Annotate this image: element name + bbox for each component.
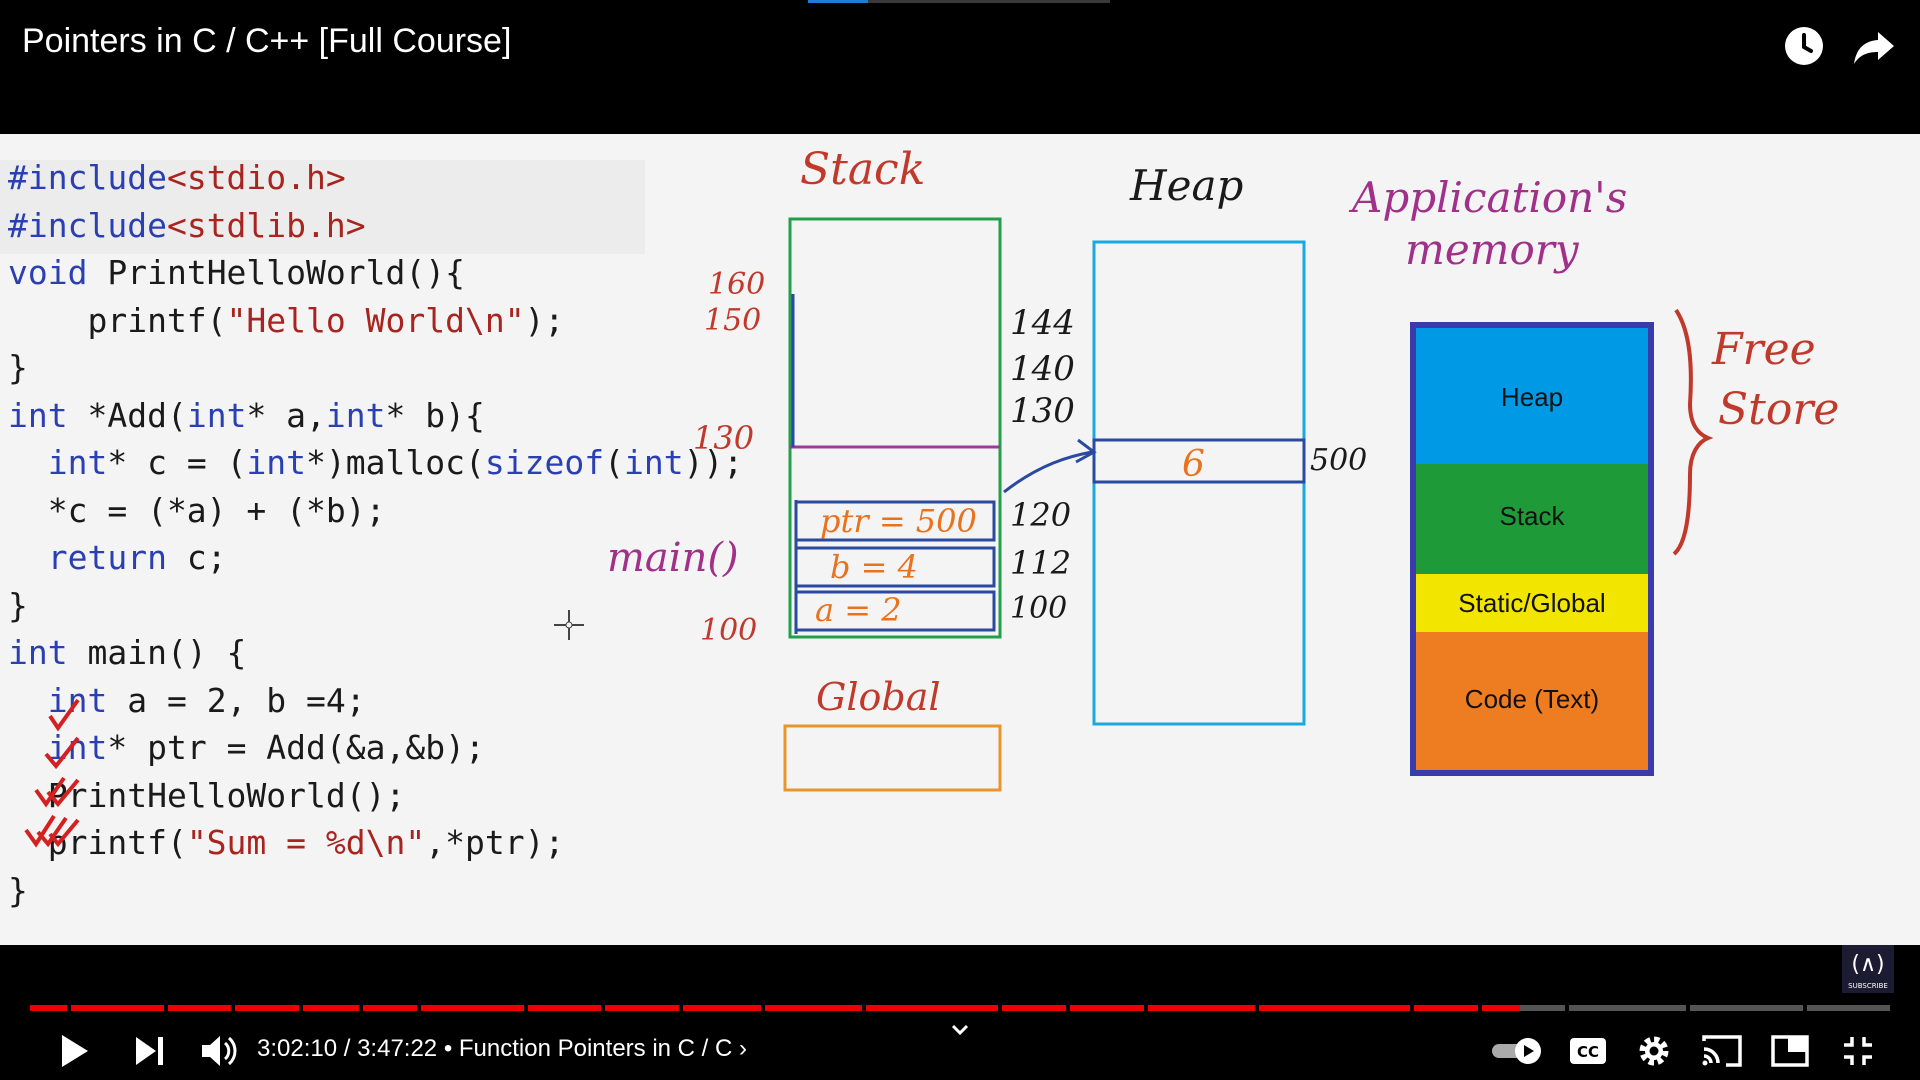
stack-address-right: 112 — [1010, 544, 1071, 582]
chapter-segment[interactable] — [1070, 1005, 1144, 1011]
video-frame[interactable]: #include<stdio.h> #include<stdlib.h> void … — [0, 134, 1920, 945]
stack-cell-label: b = 4 — [830, 548, 918, 586]
chapter-segment[interactable] — [235, 1005, 299, 1011]
chapter-segment[interactable] — [1568, 1005, 1686, 1011]
exit-fullscreen-icon[interactable] — [1834, 1027, 1882, 1075]
svg-text:CC: CC — [1577, 1043, 1599, 1061]
chapter-segment[interactable] — [1002, 1005, 1067, 1011]
crosshair-cursor-icon — [554, 610, 584, 640]
chapter-segment[interactable] — [764, 1005, 863, 1011]
clock-icon[interactable] — [1780, 22, 1828, 70]
channel-logo-icon[interactable]: (∧) SUBSCRIBE — [1842, 945, 1894, 993]
chevron-down-icon[interactable] — [936, 1007, 984, 1055]
autoplay-toggle[interactable] — [1490, 1027, 1546, 1075]
next-icon[interactable] — [126, 1027, 174, 1075]
svg-text:(∧): (∧) — [1851, 952, 1884, 977]
subscribe-text: SUBSCRIBE — [1848, 982, 1888, 990]
stack-address-left: 130 — [693, 419, 754, 457]
free-store-label: Free — [1711, 324, 1816, 375]
chapter-segment[interactable] — [1689, 1005, 1804, 1011]
stack-cell-label: ptr = 500 — [820, 502, 977, 540]
global-box — [783, 724, 1002, 792]
stack-address-right: 100 — [1010, 591, 1067, 626]
stack-title: Stack — [800, 144, 925, 195]
top-loading-bar — [808, 0, 1110, 3]
app-memory-title: Application's — [1348, 173, 1627, 222]
chapter-segment[interactable] — [30, 1005, 68, 1011]
volume-icon[interactable] — [196, 1027, 244, 1075]
global-title: Global — [816, 675, 941, 719]
chapter-segment[interactable] — [420, 1005, 525, 1011]
chapter-segment[interactable] — [302, 1005, 360, 1011]
play-icon[interactable] — [50, 1027, 98, 1075]
stack-address-left: 160 — [708, 267, 765, 302]
player-controls: (∧) SUBSCRIBE 3:02:10 / 3:47:22 • Functio… — [0, 945, 1920, 1080]
chapter-segment[interactable] — [1258, 1005, 1411, 1011]
stack-address-right: 130 — [1010, 391, 1075, 431]
chapter-segment[interactable] — [1806, 1005, 1890, 1011]
chapter-segment[interactable] — [363, 1005, 417, 1011]
captions-icon[interactable]: CC — [1564, 1027, 1612, 1075]
memory-segment-label: Heap — [1501, 382, 1563, 412]
chapter-segment[interactable] — [1414, 1005, 1478, 1011]
share-arrow-icon[interactable] — [1850, 22, 1898, 70]
settings-icon[interactable] — [1630, 1027, 1678, 1075]
main-label: main() — [607, 535, 739, 581]
chapter-segment[interactable] — [605, 1005, 679, 1011]
heap-title: Heap — [1129, 161, 1243, 210]
heap-cell-value: 6 — [1182, 444, 1205, 485]
chapter-segment[interactable] — [71, 1005, 164, 1011]
top-loading-fill — [808, 0, 868, 3]
memory-segment-label: Code (Text) — [1465, 684, 1599, 714]
video-title[interactable]: Pointers in C / C++ [Full Course] — [22, 22, 511, 61]
stack-address-right: 140 — [1010, 349, 1075, 389]
stack-address-left: 100 — [700, 613, 757, 648]
check-marks — [24, 698, 80, 848]
memory-diagram: Stack ptr = 500 b = 4 a = 2 main() 160 1… — [607, 144, 1839, 792]
memory-segment-label: Stack — [1499, 501, 1565, 531]
miniplayer-icon[interactable] — [1766, 1027, 1814, 1075]
stack-address-left: 150 — [704, 303, 761, 338]
memory-segment-label: Static/Global — [1458, 588, 1605, 618]
chapter-segment[interactable] — [528, 1005, 602, 1011]
memory-segments: Heap Stack Static/Global Code (Text) — [1410, 322, 1654, 776]
chapter-segment[interactable] — [1481, 1005, 1565, 1011]
free-store-label: Store — [1718, 384, 1839, 435]
time-display[interactable]: 3:02:10 / 3:47:22 • Function Pointers in… — [257, 1035, 747, 1063]
video-title-bar: Pointers in C / C++ [Full Course] — [0, 0, 1920, 134]
chapter-segment[interactable] — [167, 1005, 232, 1011]
stack-address-right: 120 — [1010, 496, 1071, 534]
stack-address-right: 144 — [1010, 303, 1075, 343]
stack-cell-label: a = 2 — [815, 591, 902, 629]
app-memory-subtitle: memory — [1405, 225, 1580, 274]
chapter-segment[interactable] — [682, 1005, 761, 1011]
cast-icon[interactable] — [1698, 1027, 1746, 1075]
heap-cell-address: 500 — [1310, 443, 1367, 478]
chapter-segment[interactable] — [1147, 1005, 1256, 1011]
